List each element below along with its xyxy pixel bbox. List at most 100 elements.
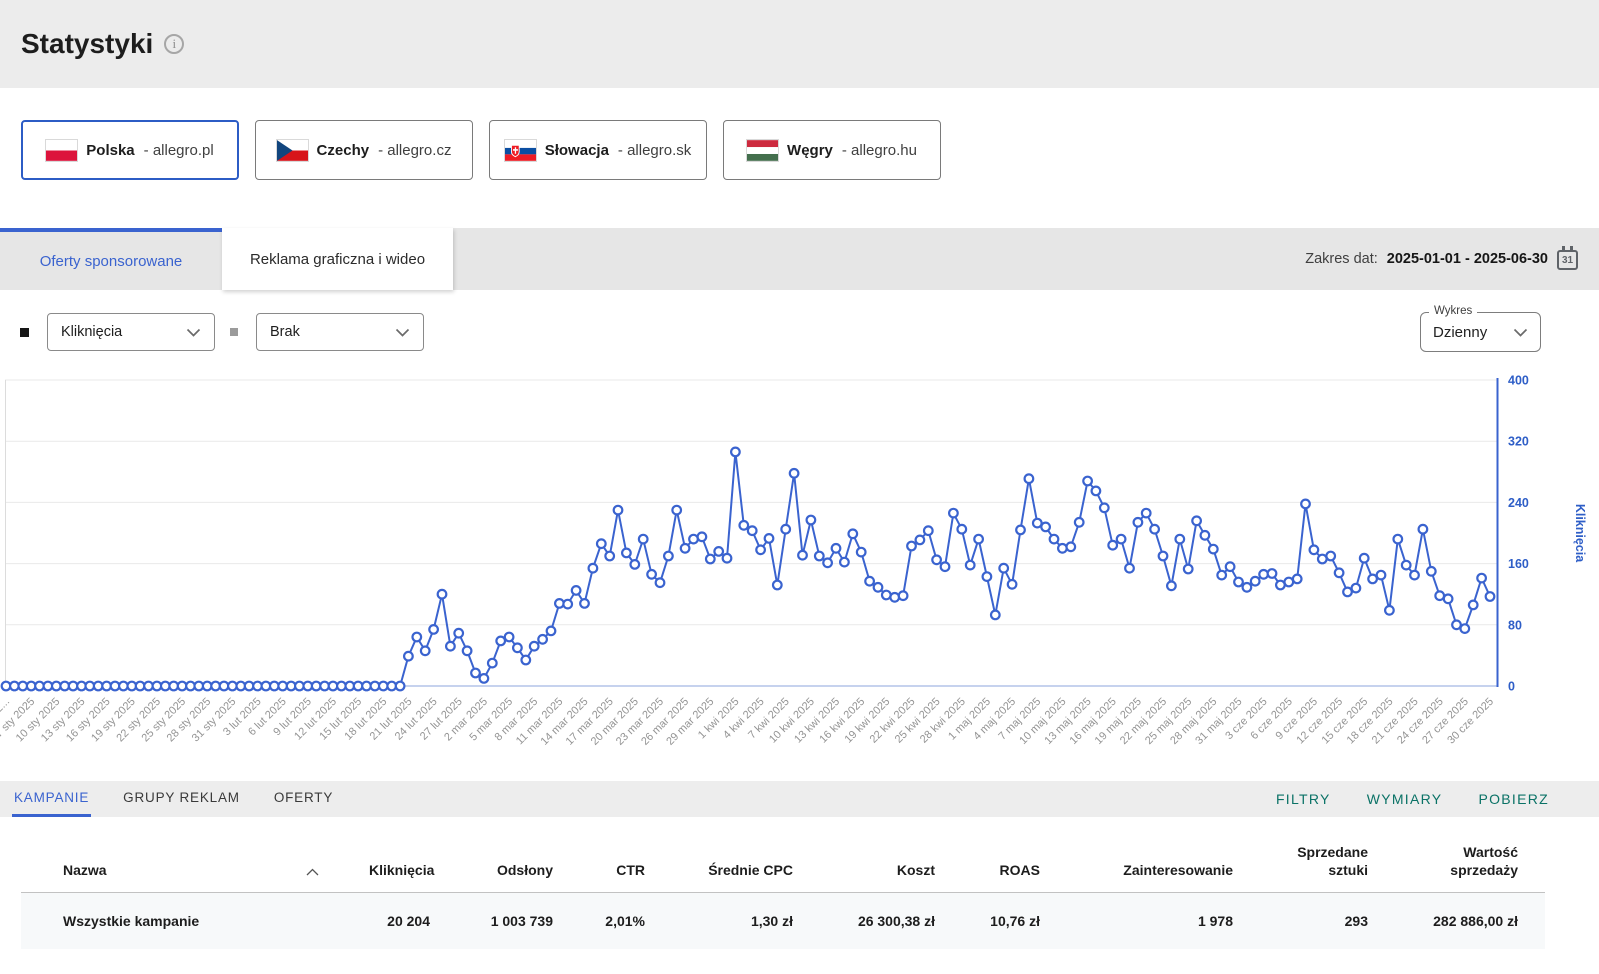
data-point[interactable] xyxy=(1427,567,1436,576)
data-point[interactable] xyxy=(1201,531,1210,540)
market-button-hu[interactable]: Węgry- allegro.hu xyxy=(723,120,941,180)
data-point[interactable] xyxy=(1461,624,1470,633)
tab-reklama-graficzna-i-wideo[interactable]: Reklama graficzna i wideo xyxy=(222,228,453,290)
data-point[interactable] xyxy=(1469,601,1478,610)
data-point[interactable] xyxy=(1268,569,1277,578)
data-point[interactable] xyxy=(1377,571,1386,580)
data-point[interactable] xyxy=(513,644,522,653)
column-header-5[interactable]: Koszt xyxy=(809,817,951,893)
data-point[interactable] xyxy=(1184,565,1193,574)
data-point[interactable] xyxy=(773,581,782,590)
data-point[interactable] xyxy=(1352,584,1361,593)
data-point[interactable] xyxy=(1343,588,1352,597)
column-header-8[interactable]: Sprzedane sztuki xyxy=(1249,817,1384,893)
data-point[interactable] xyxy=(1402,561,1411,570)
data-point[interactable] xyxy=(1134,518,1143,527)
data-point[interactable] xyxy=(413,633,422,642)
data-point[interactable] xyxy=(1310,546,1319,555)
data-point[interactable] xyxy=(706,555,715,564)
data-point[interactable] xyxy=(781,525,790,534)
data-point[interactable] xyxy=(1394,535,1403,544)
data-point[interactable] xyxy=(849,530,858,539)
data-point[interactable] xyxy=(1477,574,1486,583)
data-point[interactable] xyxy=(622,549,631,558)
data-point[interactable] xyxy=(480,674,489,683)
data-point[interactable] xyxy=(1100,504,1109,513)
data-point[interactable] xyxy=(1167,582,1176,591)
data-point[interactable] xyxy=(882,591,891,600)
data-point[interactable] xyxy=(899,591,908,600)
data-point[interactable] xyxy=(932,556,941,565)
report-tab-kampanie[interactable]: KAMPANIE xyxy=(12,781,91,817)
data-point[interactable] xyxy=(916,536,925,545)
data-point[interactable] xyxy=(983,572,992,581)
data-point[interactable] xyxy=(874,583,883,592)
data-point[interactable] xyxy=(1444,595,1453,604)
data-point[interactable] xyxy=(756,546,765,555)
data-point[interactable] xyxy=(639,535,648,544)
data-point[interactable] xyxy=(404,652,413,661)
data-point[interactable] xyxy=(1016,526,1025,535)
data-point[interactable] xyxy=(454,629,463,638)
market-button-sk[interactable]: Słowacja- allegro.sk xyxy=(489,120,707,180)
data-point[interactable] xyxy=(1067,543,1076,552)
data-point[interactable] xyxy=(589,564,598,573)
data-point[interactable] xyxy=(958,525,967,534)
data-point[interactable] xyxy=(1226,562,1235,571)
data-point[interactable] xyxy=(798,551,807,560)
data-point[interactable] xyxy=(1301,500,1310,509)
data-point[interactable] xyxy=(698,533,707,542)
data-point[interactable] xyxy=(1335,569,1344,578)
data-point[interactable] xyxy=(396,682,405,691)
data-point[interactable] xyxy=(924,526,933,535)
report-tab-grupy-reklam[interactable]: GRUPY REKLAM xyxy=(121,781,242,817)
data-point[interactable] xyxy=(689,535,698,544)
data-point[interactable] xyxy=(857,548,866,557)
data-point[interactable] xyxy=(1259,570,1268,579)
data-point[interactable] xyxy=(496,637,505,646)
data-point[interactable] xyxy=(597,539,606,548)
market-button-cz[interactable]: Czechy- allegro.cz xyxy=(255,120,473,180)
column-header-2[interactable]: Odsłony xyxy=(446,817,569,893)
data-point[interactable] xyxy=(1410,571,1419,580)
data-point[interactable] xyxy=(1243,583,1252,592)
data-point[interactable] xyxy=(572,586,581,595)
data-point[interactable] xyxy=(1050,535,1059,544)
data-point[interactable] xyxy=(664,552,673,561)
column-header-4[interactable]: Średnie CPC xyxy=(661,817,809,893)
column-header-nazwa[interactable]: Nazwa xyxy=(21,817,361,893)
data-point[interactable] xyxy=(631,560,640,569)
data-point[interactable] xyxy=(1092,487,1101,496)
data-point[interactable] xyxy=(471,669,480,678)
data-point[interactable] xyxy=(949,509,958,518)
data-point[interactable] xyxy=(1058,544,1067,553)
data-point[interactable] xyxy=(656,578,665,587)
column-header-9[interactable]: Wartość sprzedaży xyxy=(1384,817,1545,893)
data-point[interactable] xyxy=(823,559,832,568)
data-point[interactable] xyxy=(488,659,497,668)
data-point[interactable] xyxy=(580,599,589,608)
data-point[interactable] xyxy=(723,554,732,563)
metric2-select[interactable]: Brak xyxy=(256,313,424,351)
data-point[interactable] xyxy=(563,600,572,609)
column-header-7[interactable]: Zainteresowanie xyxy=(1056,817,1249,893)
data-point[interactable] xyxy=(1251,577,1260,586)
data-point[interactable] xyxy=(1108,541,1117,550)
data-point[interactable] xyxy=(421,647,430,656)
data-point[interactable] xyxy=(505,633,514,642)
data-point[interactable] xyxy=(1142,509,1151,518)
data-point[interactable] xyxy=(538,635,547,644)
data-point[interactable] xyxy=(1419,525,1428,534)
data-point[interactable] xyxy=(672,506,681,515)
data-point[interactable] xyxy=(790,469,799,478)
data-point[interactable] xyxy=(807,516,816,525)
pobierz-button[interactable]: POBIERZ xyxy=(1478,781,1549,817)
data-point[interactable] xyxy=(429,625,438,634)
data-point[interactable] xyxy=(1150,525,1159,534)
data-point[interactable] xyxy=(681,544,690,553)
column-header-6[interactable]: ROAS xyxy=(951,817,1056,893)
data-point[interactable] xyxy=(999,564,1008,573)
data-point[interactable] xyxy=(1041,523,1050,532)
info-icon[interactable]: i xyxy=(164,34,184,54)
data-point[interactable] xyxy=(890,593,899,602)
